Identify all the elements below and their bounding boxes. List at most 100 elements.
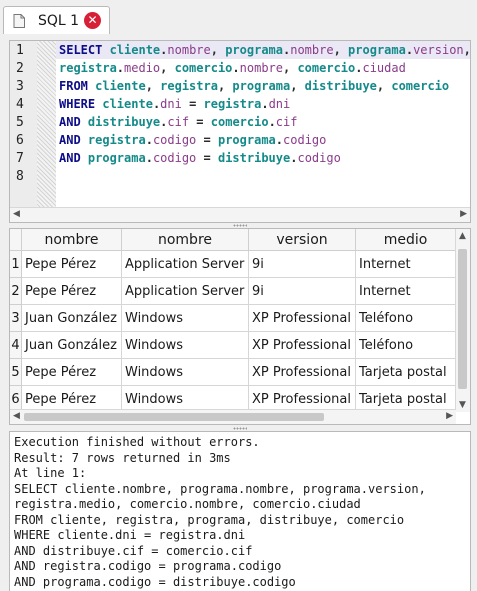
code-token: , (145, 79, 161, 93)
code-token: , (283, 61, 298, 75)
message-line: AND registra.codigo = programa.codigo (14, 559, 282, 573)
code-token: comercio (297, 61, 356, 75)
code-token: SELECT (59, 43, 110, 57)
code-token: . (116, 61, 125, 75)
table-cell[interactable]: Windows (122, 359, 249, 386)
line-number: 2 (16, 61, 24, 76)
fold-margin (37, 41, 56, 209)
code-token: programa (87, 151, 146, 165)
editor-horizontal-scrollbar[interactable]: ◀ ▶ (10, 207, 470, 222)
table-cell[interactable]: Juan González (22, 332, 122, 359)
row-header[interactable]: 1 (10, 251, 22, 278)
code-token: . (405, 43, 414, 57)
column-header[interactable]: nombre (22, 229, 122, 251)
splitter-handle[interactable] (233, 224, 247, 227)
table-cell[interactable]: Pepe Pérez (22, 278, 122, 305)
message-line: At line 1: (14, 466, 87, 480)
sql-file-icon (13, 14, 25, 28)
table-cell[interactable]: Tarjeta postal (356, 359, 456, 386)
table-cell[interactable]: Application Server (122, 278, 249, 305)
grid-vertical-scrollbar[interactable]: ▲ ▼ (455, 229, 470, 412)
table-cell[interactable]: Juan González (22, 305, 122, 332)
table-cell[interactable]: Pepe Pérez (22, 251, 122, 278)
code-token: , (160, 61, 175, 75)
table-cell[interactable]: 9i (249, 251, 356, 278)
column-header[interactable]: nombre (122, 229, 249, 251)
table-cell[interactable]: Application Server (122, 251, 249, 278)
code-token: codigo (152, 151, 197, 165)
row-header[interactable]: 4 (10, 332, 22, 359)
table-cell[interactable]: Internet (356, 251, 456, 278)
code-token: cliente (95, 79, 146, 93)
code-token: ciudad (362, 61, 406, 75)
code-token: . (145, 151, 153, 165)
code-line: SELECT cliente.nombre, programa.nombre, … (59, 43, 471, 57)
close-icon[interactable]: ✕ (84, 12, 101, 29)
grid-horizontal-thumb[interactable] (24, 413, 324, 421)
code-token: distribuye (304, 79, 377, 93)
message-line: registra.medio, comercio.nombre, comerci… (14, 497, 361, 511)
code-token: , (376, 79, 392, 93)
code-token: cif (275, 115, 298, 129)
code-token: registra (203, 97, 262, 111)
table-cell[interactable]: XP Professional (249, 359, 356, 386)
code-token: , (210, 43, 226, 57)
row-header[interactable]: 2 (10, 278, 22, 305)
code-token: = (196, 151, 218, 165)
code-token: FROM (59, 79, 96, 93)
results-table[interactable]: nombre nombre version medio 1 Pepe Pérez Appli… (10, 229, 456, 412)
code-line: AND distribuye.cif = comercio.cif (59, 115, 297, 129)
line-number: 8 (16, 169, 24, 184)
code-token: = (181, 97, 204, 111)
results-grid[interactable]: nombre nombre version medio 1 Pepe Pérez Appli… (9, 228, 471, 425)
table-cell[interactable]: Teléfono (356, 332, 456, 359)
column-header[interactable]: version (249, 229, 356, 251)
column-header[interactable]: medio (356, 229, 456, 251)
grid-scroll-left-icon[interactable]: ◀ (13, 411, 20, 421)
code-token: . (261, 97, 269, 111)
code-token: AND (59, 133, 88, 147)
grid-vertical-thumb[interactable] (458, 249, 467, 389)
table-cell[interactable]: XP Professional (249, 332, 356, 359)
code-token: . (145, 133, 153, 147)
code-token: programa (217, 133, 276, 147)
message-line: WHERE cliente.dni = registra.dni (14, 528, 246, 542)
grid-scroll-right-icon[interactable]: ▶ (446, 411, 453, 421)
code-token: registra (87, 133, 146, 147)
table-cell[interactable]: XP Professional (249, 305, 356, 332)
scroll-right-icon[interactable]: ▶ (460, 209, 467, 219)
scroll-up-icon[interactable]: ▲ (459, 231, 466, 241)
message-line: AND distribuye.cif = comercio.cif (14, 543, 253, 558)
message-pane: Execution finished without errors. Result… (9, 431, 471, 591)
grid-horizontal-scrollbar[interactable]: ◀ ▶ (10, 409, 456, 424)
splitter-handle-2[interactable] (233, 427, 247, 430)
code-token: distribuye (87, 115, 161, 129)
code-token: version (413, 43, 464, 57)
code-token: comercio (174, 61, 233, 75)
message-line: AND programa.codigo = distribuye.codigo (14, 574, 296, 589)
code-token: codigo (297, 151, 341, 165)
code-token: cif (167, 115, 190, 129)
sql-editor[interactable]: 12345678 SELECT cliente.nombre, programa… (9, 40, 471, 223)
table-cell[interactable]: 9i (249, 278, 356, 305)
code-token: AND (59, 151, 88, 165)
row-header[interactable]: 5 (10, 359, 22, 386)
row-header[interactable]: 3 (10, 305, 22, 332)
code-token: WHERE (59, 97, 103, 111)
code-token: registra (160, 79, 218, 93)
code-line: AND registra.codigo = programa.codigo (59, 133, 326, 147)
table-cell[interactable]: Windows (122, 332, 249, 359)
scroll-left-icon[interactable]: ◀ (13, 209, 20, 219)
grid-corner[interactable] (10, 229, 22, 251)
scroll-down-icon[interactable]: ▼ (459, 400, 466, 410)
tab-sql-1[interactable]: SQL 1 ✕ (3, 6, 110, 34)
code-token: , (463, 43, 471, 57)
table-cell[interactable]: Teléfono (356, 305, 456, 332)
table-cell[interactable]: Pepe Pérez (22, 359, 122, 386)
code-token: dni (268, 97, 291, 111)
code-token: programa (348, 43, 406, 57)
code-token: comercio (391, 79, 450, 93)
message-line: Result: 7 rows returned in 3ms (14, 450, 231, 465)
table-cell[interactable]: Internet (356, 278, 456, 305)
table-cell[interactable]: Windows (122, 305, 249, 332)
